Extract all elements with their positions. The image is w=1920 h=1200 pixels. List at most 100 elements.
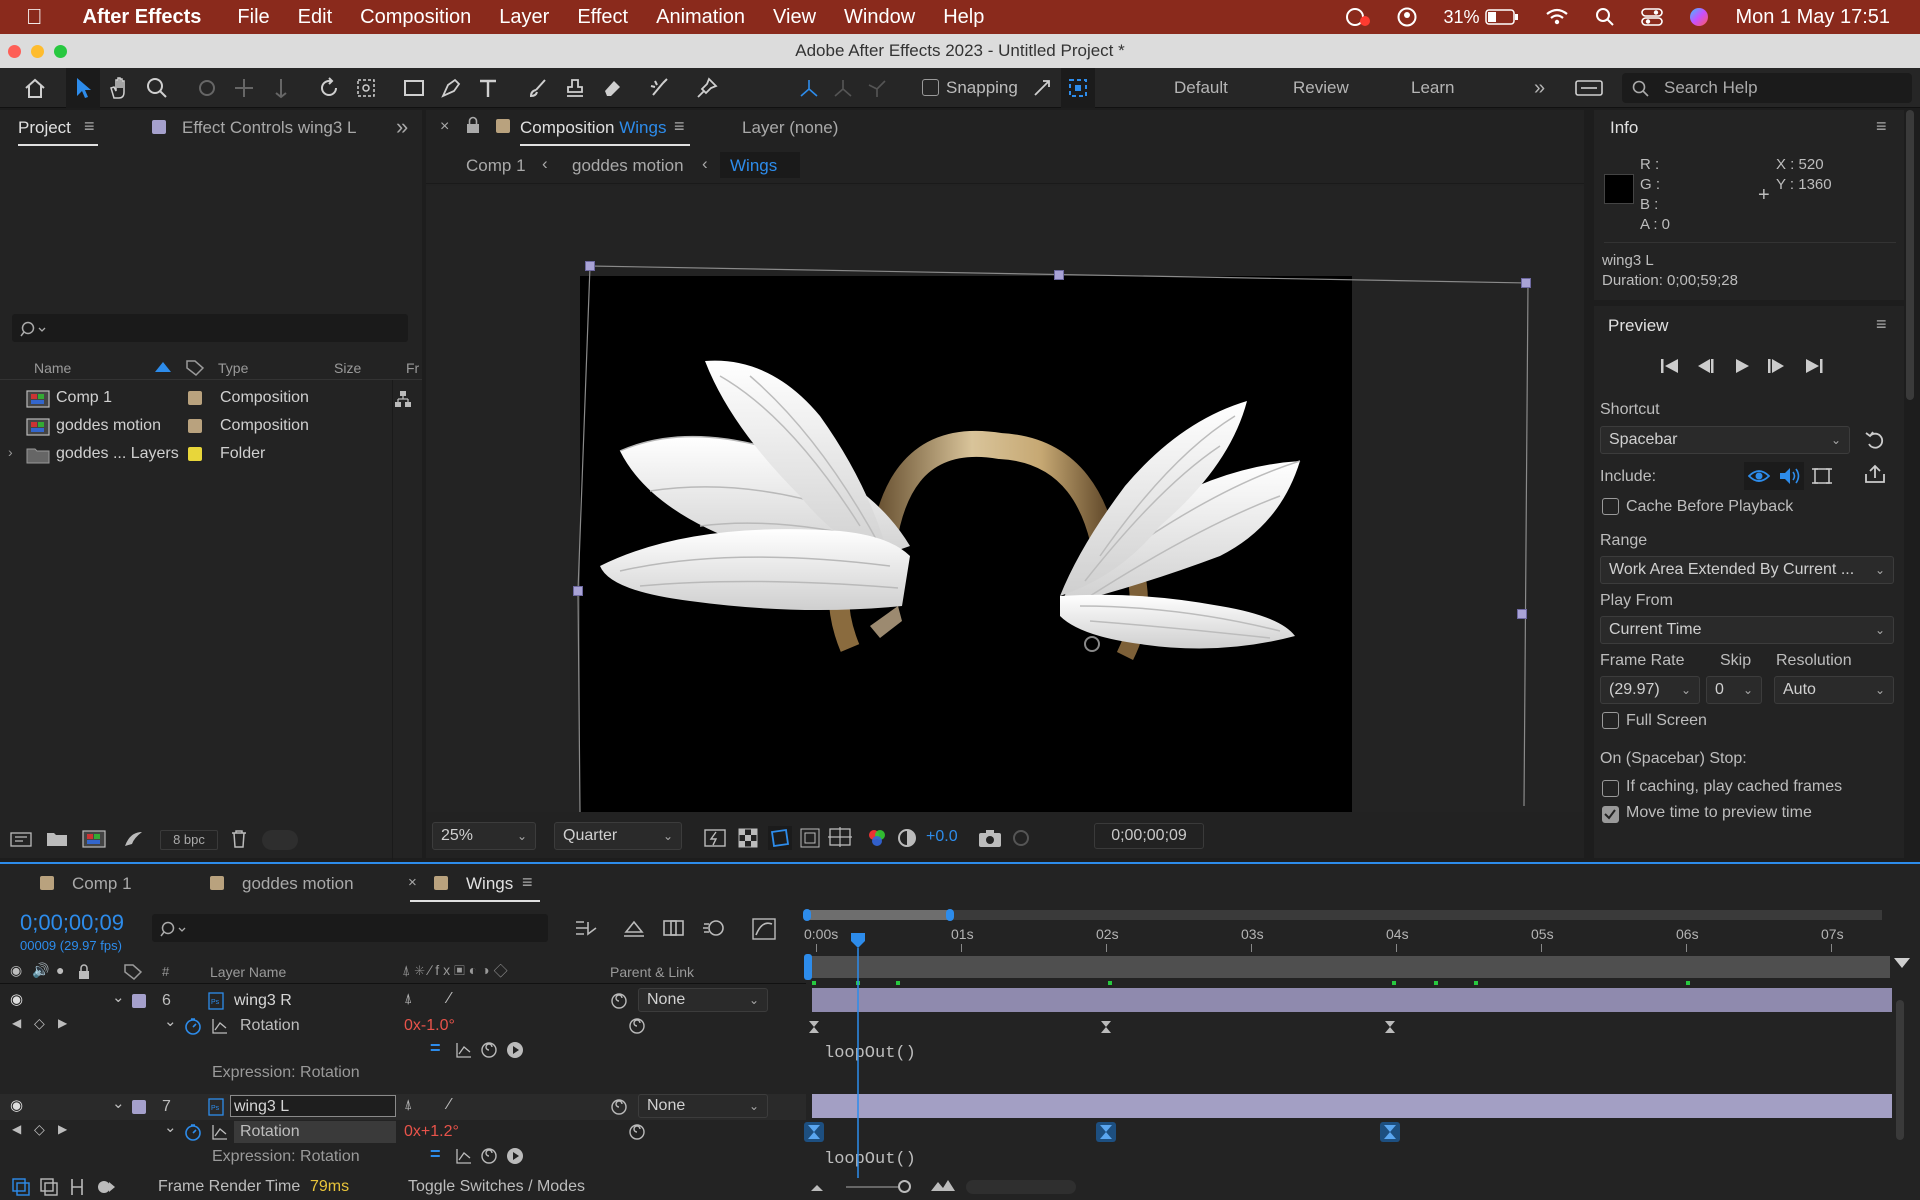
show-snapshot-icon[interactable] [1010, 828, 1032, 848]
list-item[interactable]: goddes motion Composition [0, 412, 422, 440]
col-frame-rate[interactable]: Fr [406, 360, 419, 376]
project-menu-icon[interactable]: ≡ [84, 116, 95, 137]
solo-icon[interactable]: ● [56, 962, 64, 978]
work-area-navigator[interactable] [806, 910, 952, 920]
panel-overflow-icon[interactable]: » [396, 114, 408, 140]
timeline-vertical-scrollbar[interactable] [1894, 958, 1910, 968]
transfer-controls-icon[interactable] [40, 1178, 58, 1196]
keyframe-marker[interactable] [1100, 1020, 1112, 1034]
col-layer-name[interactable]: Layer Name [210, 964, 286, 980]
next-keyframe-icon[interactable]: ▶ [58, 1016, 67, 1030]
label-tag-icon[interactable] [124, 964, 142, 980]
first-frame-icon[interactable] [1660, 358, 1680, 374]
menu-help[interactable]: Help [943, 6, 984, 29]
expression-pick-whip-icon[interactable] [480, 1041, 498, 1059]
pick-whip-icon[interactable] [628, 1017, 646, 1035]
axis-world-icon[interactable] [826, 68, 860, 108]
timeline-scroll-track[interactable] [1896, 1000, 1904, 1140]
expression-language-menu-icon[interactable] [506, 1041, 524, 1059]
tab-effect-controls[interactable]: Effect Controls wing3 L [182, 118, 357, 138]
graph-icon[interactable] [212, 1124, 228, 1140]
transparency-grid-icon[interactable] [738, 828, 758, 848]
maximize-window-button[interactable] [54, 45, 67, 58]
timeline-menu-icon[interactable]: ≡ [522, 872, 533, 893]
menu-layer[interactable]: Layer [499, 6, 549, 29]
property-row[interactable]: ◀ ◇ ▶ ⌄ Rotation 0x+1.2° [0, 1118, 806, 1144]
spotlight-search-icon[interactable] [1595, 7, 1615, 27]
resolution-preview-dropdown[interactable]: Auto ⌄ [1774, 676, 1894, 704]
list-item[interactable]: Comp 1 Composition [0, 384, 422, 412]
rectangle-tool-icon[interactable] [397, 68, 431, 108]
last-frame-icon[interactable] [1804, 358, 1824, 374]
col-name[interactable]: Name [34, 360, 71, 376]
snapshot-camera-icon[interactable] [978, 828, 1002, 848]
control-center-icon[interactable] [1641, 7, 1664, 27]
new-folder-icon[interactable] [46, 830, 68, 848]
project-search-field[interactable] [12, 314, 408, 342]
tab-layer[interactable]: Layer (none) [742, 118, 838, 138]
collapse-switch-icon[interactable]: ⍋ [404, 990, 412, 1007]
eye-icon[interactable]: ◉ [10, 1096, 23, 1114]
horizontal-scrollbar[interactable] [966, 1180, 1076, 1194]
timeline-zoom-knob[interactable] [898, 1180, 911, 1193]
anchor-point-tool-icon[interactable] [349, 68, 383, 108]
tab-comp-1[interactable]: Comp 1 [72, 874, 132, 894]
include-video-toggle[interactable] [1744, 462, 1774, 490]
project-settings-icon[interactable] [122, 830, 144, 848]
workspace-review[interactable]: Review [1293, 68, 1349, 108]
pen-tool-icon[interactable] [434, 68, 468, 108]
expand-arrow-icon[interactable]: ⌄ [164, 1118, 177, 1136]
close-window-button[interactable] [8, 45, 21, 58]
cache-before-playback-checkbox[interactable] [1602, 498, 1619, 515]
tab-composition[interactable]: Composition Wings [520, 118, 666, 138]
transform-handle[interactable] [1521, 278, 1531, 288]
anchor-point-icon[interactable] [1084, 636, 1100, 652]
layer-name[interactable]: wing3 L [234, 1098, 289, 1116]
audio-icon[interactable]: 🔊 [32, 962, 49, 979]
parent-dropdown[interactable]: None ⌄ [638, 988, 768, 1012]
stopwatch-icon[interactable] [184, 1017, 202, 1035]
layer-name[interactable]: wing3 R [234, 992, 292, 1010]
puppet-pin-icon[interactable] [690, 68, 724, 108]
time-navigator[interactable] [803, 909, 1882, 921]
shortcut-dropdown[interactable]: Spacebar ⌄ [1600, 426, 1850, 454]
expression-pick-whip-icon[interactable] [480, 1147, 498, 1165]
snapping-checkbox[interactable] [922, 79, 939, 96]
wifi-icon[interactable] [1545, 8, 1569, 26]
render-time-icon[interactable] [96, 1178, 116, 1196]
time-ruler[interactable]: 0:00s 01s 02s 03s 04s 05s 06s 07s [804, 924, 1896, 954]
toggle-switches-modes[interactable]: Toggle Switches / Modes [408, 1178, 585, 1196]
motion-blur-icon[interactable] [702, 918, 726, 938]
tab-goddes-motion[interactable]: goddes motion [242, 874, 354, 894]
sort-ascending-icon[interactable] [155, 362, 171, 372]
clone-stamp-icon[interactable] [558, 68, 592, 108]
eye-icon[interactable]: ◉ [10, 962, 22, 979]
frame-blending-icon[interactable] [662, 918, 686, 938]
battery-icon[interactable] [1485, 9, 1519, 25]
composition-menu-icon[interactable]: ≡ [674, 116, 685, 137]
expand-arrow-icon[interactable]: › [8, 444, 13, 460]
add-keyframe-icon[interactable]: ◇ [34, 1015, 45, 1032]
reset-icon[interactable] [1864, 430, 1886, 450]
minimize-window-button[interactable] [31, 45, 44, 58]
if-caching-checkbox[interactable] [1602, 780, 1619, 797]
composition-viewer[interactable] [426, 186, 1584, 812]
col-size[interactable]: Size [334, 360, 361, 376]
switches-icons[interactable]: ⍋✳∕fx▣◐◑◇ [402, 962, 512, 979]
axis-local-icon[interactable] [792, 68, 826, 108]
axis-view-icon[interactable] [860, 68, 894, 108]
parent-dropdown[interactable]: None ⌄ [638, 1094, 768, 1118]
timeline-search-field[interactable] [152, 914, 548, 942]
preview-menu-icon[interactable]: ≡ [1876, 314, 1887, 335]
full-screen-checkbox[interactable] [1602, 712, 1619, 729]
graph-editor-icon[interactable] [752, 918, 776, 940]
include-audio-toggle[interactable] [1774, 462, 1804, 490]
menu-edit[interactable]: Edit [298, 6, 332, 29]
right-panel-scrollbar[interactable] [1906, 110, 1914, 400]
selection-tool-icon[interactable] [66, 68, 100, 108]
resolution-dropdown[interactable]: Quarter ⌄ [554, 822, 682, 850]
table-row[interactable]: ◉ ⌄ 6 Ps wing3 R ⍋ ∕ None ⌄ [0, 988, 806, 1014]
breadcrumb-comp-1[interactable]: Comp 1 [466, 156, 526, 176]
keyframe-marker[interactable] [808, 1020, 820, 1034]
transform-handle[interactable] [1517, 609, 1527, 619]
